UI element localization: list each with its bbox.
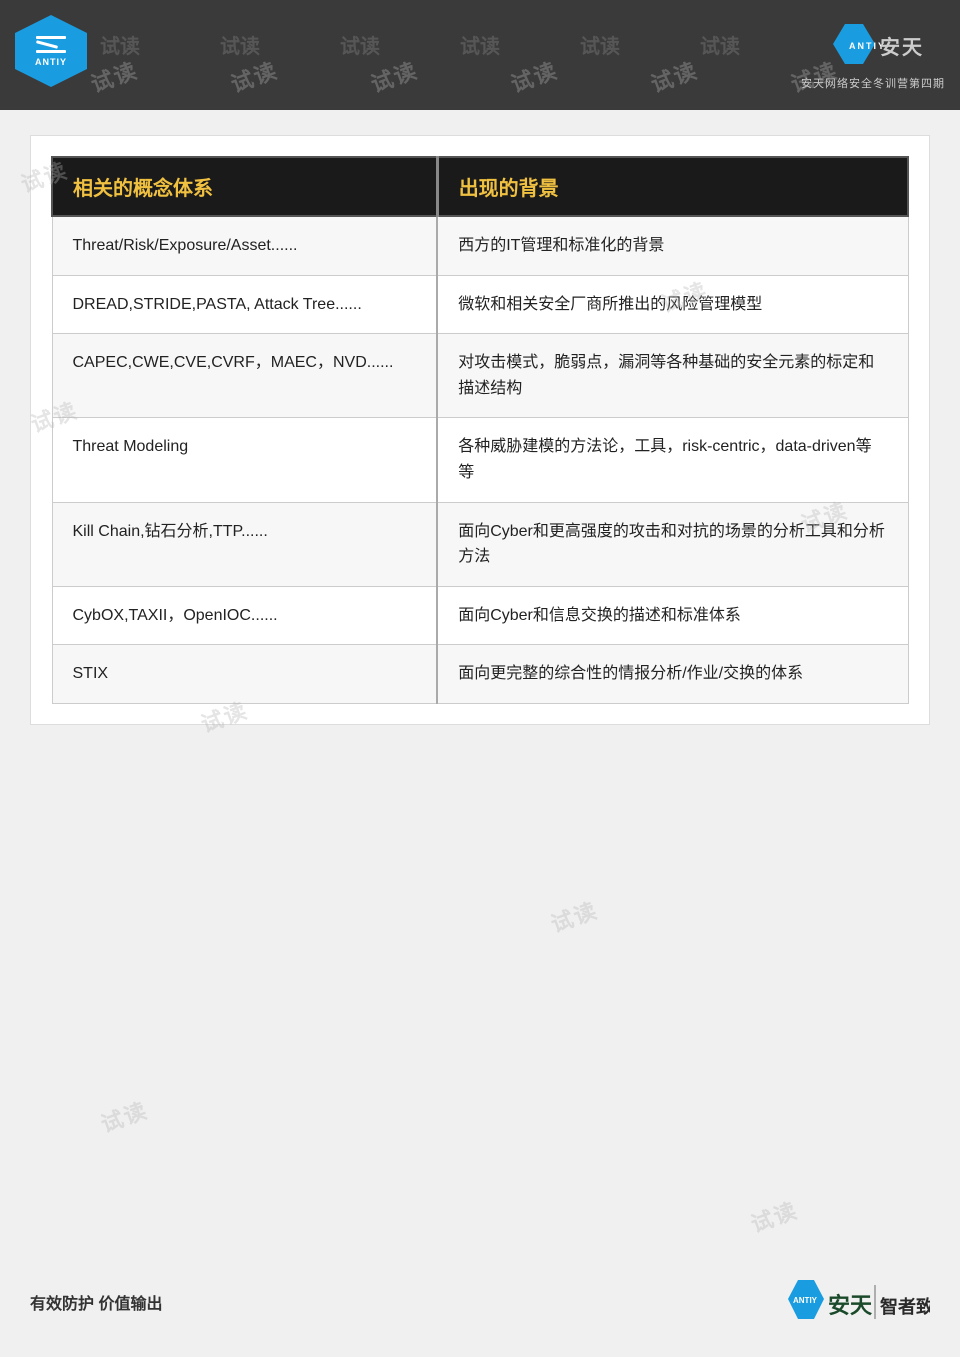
header-logo: ANTIY <box>15 15 95 95</box>
watermark-13: 试读 <box>96 1093 152 1139</box>
header: 试读 试读 试读 试读 试读 试读 ANTIY ANTIY 安天 安天网络安全冬… <box>0 0 960 110</box>
table-cell-right-0: 西方的IT管理和标准化的背景 <box>437 216 908 275</box>
table-cell-right-4: 面向Cyber和更高强度的攻击和对抗的场景的分析工具和分析方法 <box>437 502 908 586</box>
header-brand-name: ANTIY 安天 <box>825 19 945 75</box>
header-wm-3: 试读 <box>340 30 380 59</box>
table-row: CybOX,TAXII，OpenIOC......面向Cyber和信息交换的描述… <box>52 586 908 645</box>
svg-text:安天: 安天 <box>828 1293 873 1318</box>
table-cell-right-6: 面向更完整的综合性的情报分析/作业/交换的体系 <box>437 645 908 704</box>
main-content: 相关的概念体系 出现的背景 Threat/Risk/Exposure/Asset… <box>30 135 930 725</box>
table-cell-left-4: Kill Chain,钻石分析,TTP...... <box>52 502 437 586</box>
table-row: CAPEC,CWE,CVE,CVRF，MAEC，NVD......对攻击模式，脆… <box>52 334 908 418</box>
table-cell-right-5: 面向Cyber和信息交换的描述和标准体系 <box>437 586 908 645</box>
header-wm-2: 试读 <box>220 30 260 59</box>
table-cell-left-0: Threat/Risk/Exposure/Asset...... <box>52 216 437 275</box>
table-row: Threat/Risk/Exposure/Asset......西方的IT管理和… <box>52 216 908 275</box>
table-row: DREAD,STRIDE,PASTA, Attack Tree......微软和… <box>52 275 908 334</box>
footer-right: ANTIY 安天 智者致远 <box>780 1277 930 1327</box>
concept-table: 相关的概念体系 出现的背景 Threat/Risk/Exposure/Asset… <box>51 156 909 704</box>
table-cell-right-1: 微软和相关安全厂商所推出的风险管理模型 <box>437 275 908 334</box>
logo-text: ANTIY <box>35 57 67 67</box>
table-cell-left-6: STIX <box>52 645 437 704</box>
watermark-14: 试读 <box>746 1193 802 1239</box>
footer: 有效防护 价值输出 ANTIY 安天 智者致远 <box>30 1277 930 1327</box>
header-wm-4: 试读 <box>460 30 500 59</box>
table-cell-left-1: DREAD,STRIDE,PASTA, Attack Tree...... <box>52 275 437 334</box>
table-cell-left-2: CAPEC,CWE,CVE,CVRF，MAEC，NVD...... <box>52 334 437 418</box>
footer-left-text: 有效防护 价值输出 <box>30 1290 162 1314</box>
header-right-logo: ANTIY 安天 安天网络安全冬训营第四期 <box>801 19 945 91</box>
header-wm-6: 试读 <box>700 30 740 59</box>
table-row: Threat Modeling各种威胁建模的方法论，工具，risk-centri… <box>52 418 908 502</box>
header-brand-sub: 安天网络安全冬训营第四期 <box>801 75 945 91</box>
watermark-12: 试读 <box>546 893 602 939</box>
table-row: STIX面向更完整的综合性的情报分析/作业/交换的体系 <box>52 645 908 704</box>
svg-text:ANTIY: ANTIY <box>793 1296 818 1305</box>
svg-text:安天: 安天 <box>880 35 924 59</box>
table-cell-left-5: CybOX,TAXII，OpenIOC...... <box>52 586 437 645</box>
svg-text:智者致远: 智者致远 <box>880 1296 930 1317</box>
table-header-right: 出现的背景 <box>437 157 908 216</box>
header-wm-1: 试读 <box>100 30 140 59</box>
table-row: Kill Chain,钻石分析,TTP......面向Cyber和更高强度的攻击… <box>52 502 908 586</box>
table-cell-right-3: 各种威胁建模的方法论，工具，risk-centric，data-driven等等 <box>437 418 908 502</box>
table-header-left: 相关的概念体系 <box>52 157 437 216</box>
header-wm-5: 试读 <box>580 30 620 59</box>
table-cell-right-2: 对攻击模式，脆弱点，漏洞等各种基础的安全元素的标定和描述结构 <box>437 334 908 418</box>
table-cell-left-3: Threat Modeling <box>52 418 437 502</box>
